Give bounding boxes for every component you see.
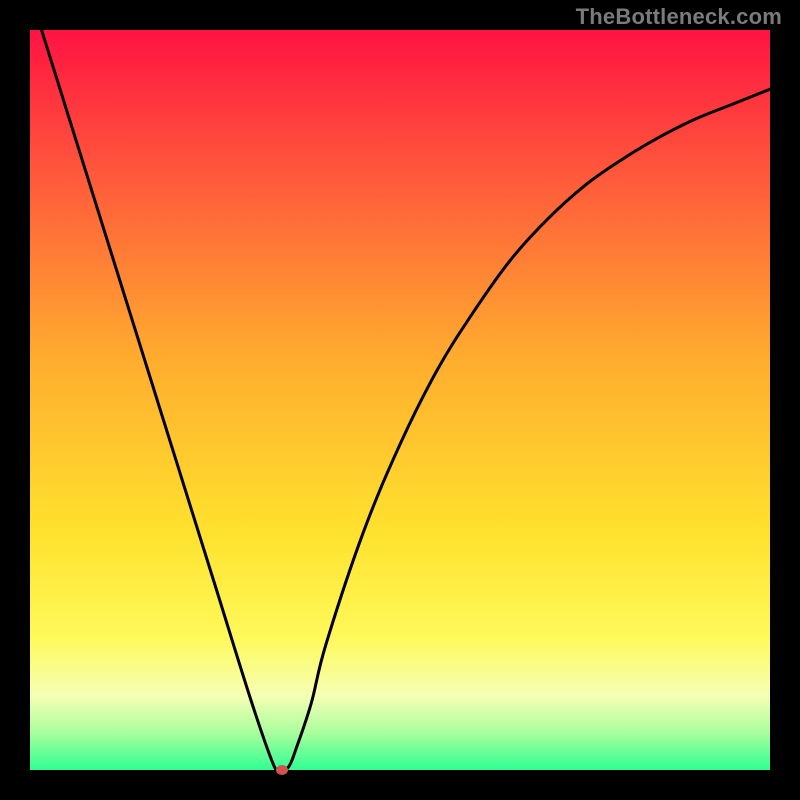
heat-background <box>30 30 770 770</box>
chart-frame: TheBottleneck.com <box>0 0 800 800</box>
watermark-text: TheBottleneck.com <box>576 4 782 30</box>
current-point-marker <box>276 765 288 775</box>
chart-plot <box>30 30 770 770</box>
